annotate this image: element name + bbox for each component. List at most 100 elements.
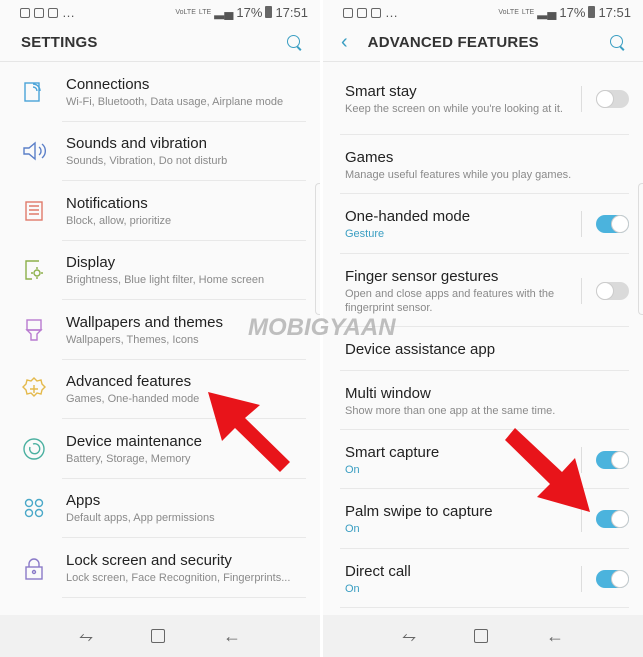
maintenance-icon bbox=[17, 432, 51, 466]
gallery-icon bbox=[34, 8, 44, 19]
back-icon[interactable]: ← bbox=[546, 626, 564, 647]
feature-item-one-handed-mode[interactable]: One-handed mode Gesture bbox=[323, 194, 643, 254]
home-icon[interactable] bbox=[151, 629, 166, 643]
app-bar: ‹ ADVANCED FEATURES bbox=[323, 24, 643, 62]
youtube-icon bbox=[48, 8, 58, 19]
item-title: Multi window bbox=[345, 384, 431, 402]
item-subtitle: Open and close apps and features with th… bbox=[345, 287, 555, 314]
home-icon[interactable] bbox=[474, 629, 489, 643]
lte-icon: LTE bbox=[521, 8, 535, 16]
item-title: Notifications bbox=[66, 194, 148, 212]
lock-icon bbox=[17, 551, 51, 585]
back-arrow-icon[interactable]: ‹ bbox=[341, 31, 348, 54]
item-subtitle: Brightness, Blue light filter, Home scre… bbox=[66, 274, 265, 287]
toggle-knob bbox=[611, 450, 629, 469]
app-bar: SETTINGS bbox=[0, 24, 320, 62]
clock: 17:51 bbox=[275, 4, 308, 20]
speaker-icon bbox=[17, 134, 51, 168]
settings-item-connections[interactable]: Connections Wi-Fi, Bluetooth, Data usage,… bbox=[0, 62, 320, 122]
toggle-knob bbox=[611, 215, 629, 233]
back-icon[interactable]: ← bbox=[223, 626, 241, 647]
settings-item-lock-screen-and-security[interactable]: Lock screen and security Lock screen, Fac… bbox=[0, 538, 320, 598]
toggle-knob bbox=[596, 281, 614, 300]
battery-icon bbox=[265, 6, 273, 18]
scrollbar[interactable] bbox=[315, 183, 320, 315]
toggle-switch[interactable] bbox=[596, 510, 629, 528]
feature-item-multi-window[interactable]: Multi window Show more than one app at th… bbox=[323, 371, 643, 430]
clock: 17:51 bbox=[598, 4, 631, 20]
page-title: ADVANCED FEATURES bbox=[367, 34, 539, 51]
feature-item-smart-capture[interactable]: Smart capture On bbox=[323, 430, 643, 489]
item-subtitle: On bbox=[345, 523, 360, 535]
recents-icon[interactable]: ⥊ bbox=[402, 626, 416, 647]
settings-item-display[interactable]: Display Brightness, Blue light filter, Ho… bbox=[0, 241, 320, 301]
apps-icon bbox=[17, 491, 51, 525]
item-subtitle: Block, allow, prioritize bbox=[66, 214, 172, 227]
feature-item-palm-swipe-to-capture[interactable]: Palm swipe to capture On bbox=[323, 489, 643, 549]
item-subtitle: On bbox=[345, 582, 360, 595]
toggle-switch[interactable] bbox=[596, 281, 629, 300]
display-icon bbox=[17, 253, 51, 287]
item-title: Device assistance app bbox=[345, 340, 496, 358]
item-title: Smart stay bbox=[345, 82, 417, 100]
item-title: Advanced features bbox=[66, 373, 192, 391]
recents-icon[interactable]: ⥊ bbox=[79, 626, 93, 647]
settings-item-notifications[interactable]: Notifications Block, allow, prioritize bbox=[0, 181, 320, 241]
scrollbar[interactable] bbox=[638, 183, 643, 315]
toggle-switch[interactable] bbox=[596, 569, 629, 588]
item-title: Connections bbox=[66, 75, 150, 93]
item-title: Direct call bbox=[345, 562, 411, 580]
divider bbox=[581, 446, 582, 473]
toggle-switch[interactable] bbox=[596, 215, 629, 233]
toggle-switch[interactable] bbox=[596, 89, 629, 108]
search-icon[interactable] bbox=[609, 34, 627, 52]
item-title: Device maintenance bbox=[66, 432, 202, 450]
item-title: Games bbox=[345, 148, 394, 166]
feature-item-smart-stay[interactable]: Smart stay Keep the screen on while you'r… bbox=[323, 62, 643, 135]
feature-item-direct-call[interactable]: Direct call On bbox=[323, 549, 643, 608]
gallery-icon bbox=[343, 8, 353, 19]
feature-item-games[interactable]: Games Manage useful features while you pl… bbox=[323, 135, 643, 194]
notifications-icon bbox=[17, 194, 51, 228]
brush-icon bbox=[17, 313, 51, 347]
instagram-icon bbox=[20, 8, 30, 19]
item-title: Palm swipe to capture bbox=[345, 503, 493, 520]
item-subtitle: Wi-Fi, Bluetooth, Data usage, Airplane m… bbox=[66, 95, 284, 108]
battery-icon bbox=[588, 6, 596, 18]
page-title: SETTINGS bbox=[21, 34, 98, 51]
toggle-switch[interactable] bbox=[596, 450, 629, 469]
item-title: Lock screen and security bbox=[66, 551, 232, 569]
divider bbox=[581, 85, 582, 112]
volte-icon: VoLTE bbox=[175, 8, 196, 16]
item-subtitle: Manage useful features while you play ga… bbox=[345, 168, 572, 181]
item-subtitle: Lock screen, Face Recognition, Fingerpri… bbox=[66, 571, 291, 584]
item-subtitle: Games, One-handed mode bbox=[66, 393, 200, 406]
divider bbox=[581, 277, 582, 304]
battery-level: 17% bbox=[236, 4, 263, 20]
navigation-bar: ⥊ ← bbox=[323, 615, 643, 657]
signal-icon: ▂▄ bbox=[537, 4, 557, 19]
status-bar: … VoLTE LTE ▂▄ 17% 17:51 bbox=[0, 0, 320, 24]
toggle-knob bbox=[611, 510, 629, 528]
item-subtitle: Sounds, Vibration, Do not disturb bbox=[66, 155, 228, 168]
settings-item-apps[interactable]: Apps Default apps, App permissions bbox=[0, 479, 320, 539]
battery-level: 17% bbox=[559, 4, 586, 20]
settings-item-advanced-features[interactable]: Advanced features Games, One-handed mode bbox=[0, 360, 320, 420]
divider bbox=[581, 506, 582, 532]
gear-plus-icon bbox=[17, 372, 51, 406]
navigation-bar: ⥊ ← bbox=[0, 615, 320, 657]
settings-item-device-maintenance[interactable]: Device maintenance Battery, Storage, Memo… bbox=[0, 419, 320, 479]
item-title: Smart capture bbox=[345, 443, 440, 461]
toggle-knob bbox=[596, 89, 614, 108]
item-title: Apps bbox=[66, 492, 101, 510]
toggle-knob bbox=[611, 569, 629, 588]
item-subtitle: On bbox=[345, 463, 360, 476]
item-title: Finger sensor gestures bbox=[345, 267, 499, 285]
item-title: Display bbox=[66, 254, 116, 272]
divider bbox=[581, 565, 582, 592]
connections-icon bbox=[17, 75, 51, 109]
search-icon[interactable] bbox=[286, 34, 304, 52]
status-bar: … VoLTE LTE ▂▄ 17% 17:51 bbox=[323, 0, 643, 24]
item-subtitle: Gesture bbox=[345, 228, 385, 240]
settings-item-sounds-and-vibration[interactable]: Sounds and vibration Sounds, Vibration, D… bbox=[0, 122, 320, 182]
